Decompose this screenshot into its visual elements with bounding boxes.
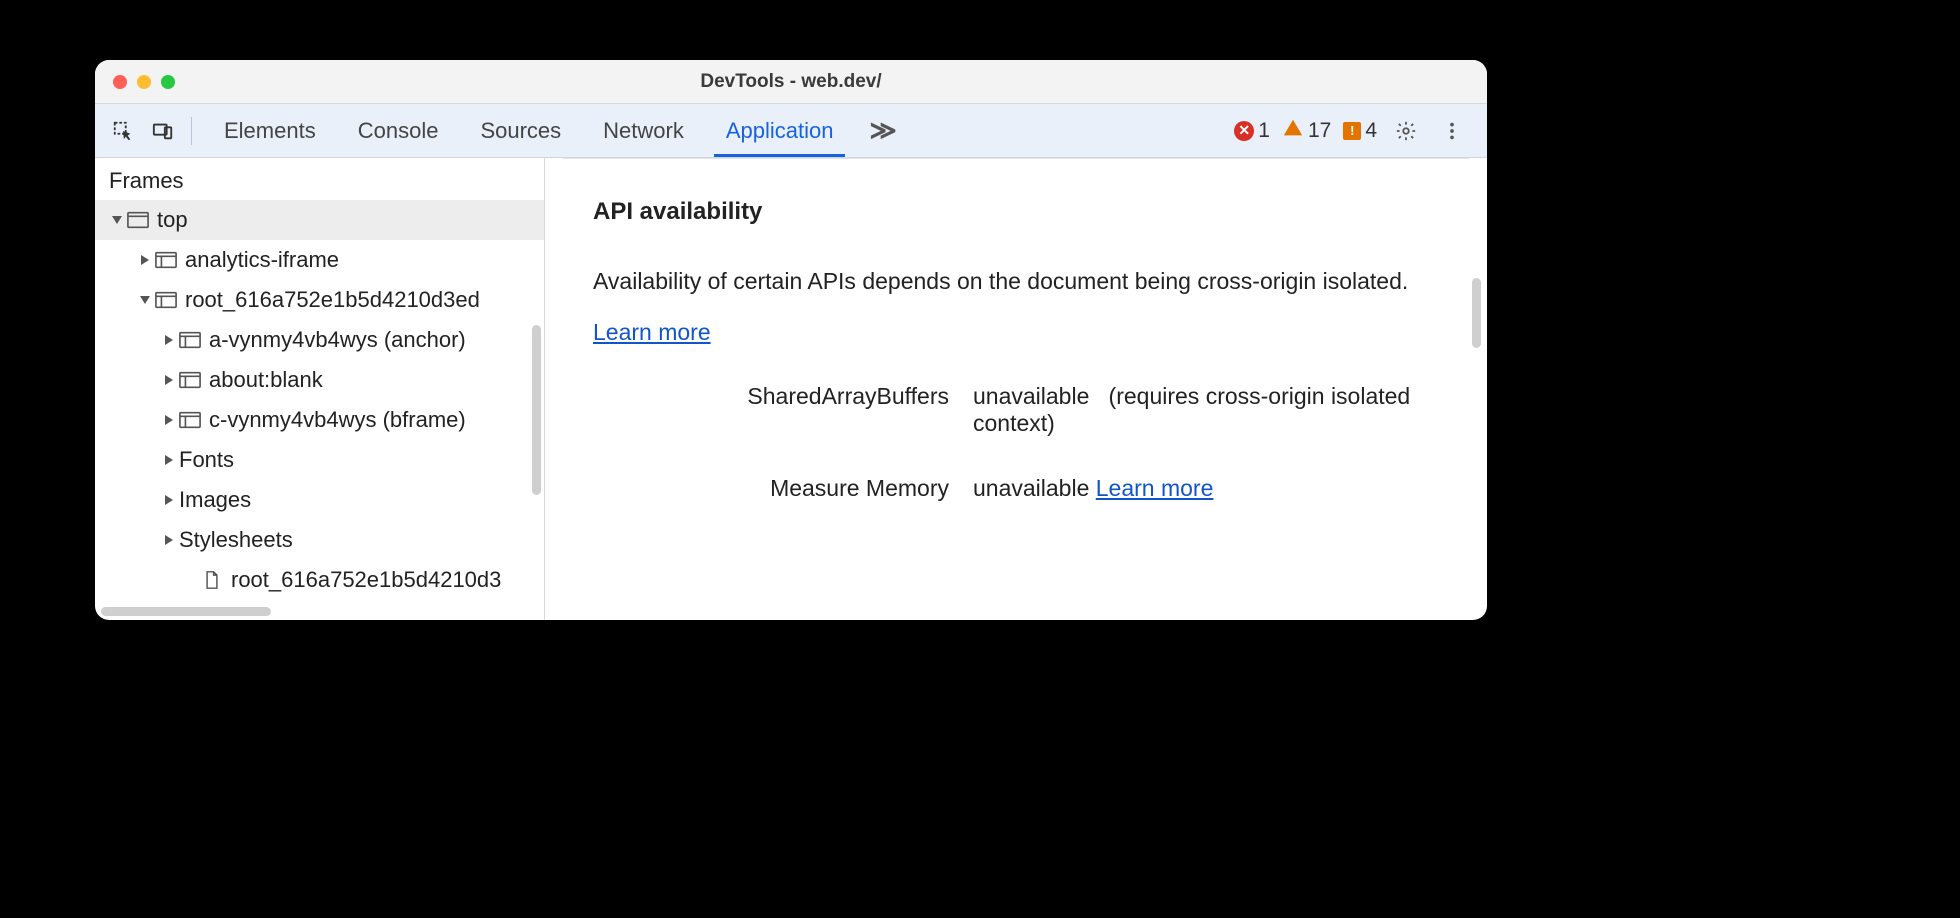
disclosure-triangle-icon[interactable] [141,255,149,265]
issues-count: 4 [1365,119,1377,143]
tree-row[interactable]: Fonts [95,440,544,480]
tree-row[interactable]: Images [95,480,544,520]
tree-row[interactable]: Stylesheets [95,520,544,560]
sidebar-vertical-scrollbar[interactable] [532,325,541,495]
tree-label: top [157,207,188,233]
tree-label: root_616a752e1b5d4210d3 [231,567,501,593]
window-icon [127,211,149,229]
titlebar: DevTools - web.dev/ [95,60,1487,104]
sidebar-heading: Frames [95,158,544,200]
tab-sources[interactable]: Sources [462,104,579,157]
tab-elements[interactable]: Elements [206,104,334,157]
section-description: Availability of certain APIs depends on … [593,256,1439,357]
sidebar-horizontal-scrollbar[interactable] [101,607,271,616]
tree-label: Fonts [179,447,234,473]
main-pane: API availability Availability of certain… [545,158,1487,620]
api-availability-table: SharedArrayBuffersunavailable (requires … [593,383,1439,502]
tree-label: a-vynmy4vb4wys (anchor) [209,327,466,353]
more-tabs-button[interactable]: ≫ [855,115,910,146]
kebab-menu-button[interactable] [1435,114,1469,148]
disclosure-triangle-icon[interactable] [112,216,122,224]
warnings-counter[interactable]: 17 [1282,117,1331,145]
disclosure-triangle-icon[interactable] [165,535,173,545]
api-status: unavailable [973,475,1089,501]
tree-label: analytics-iframe [185,247,339,273]
device-toolbar-icon[interactable] [145,113,181,149]
learn-more-link[interactable]: Learn more [1096,475,1214,501]
close-window-button[interactable] [113,75,127,89]
frame-icon [155,291,177,309]
learn-more-link[interactable]: Learn more [593,319,711,345]
disclosure-triangle-icon[interactable] [165,495,173,505]
tree-row[interactable]: about:blank [95,360,544,400]
issues-counter[interactable]: ! 4 [1343,119,1377,143]
api-value-cell: unavailable (requires cross-origin isola… [973,383,1439,437]
tree-row[interactable]: analytics-iframe [95,240,544,280]
main-vertical-scrollbar[interactable] [1472,278,1481,348]
disclosure-triangle-icon[interactable] [165,335,173,345]
section-heading: API availability [593,198,1439,226]
disclosure-triangle-icon[interactable] [165,455,173,465]
frame-icon [155,251,177,269]
api-status: unavailable [973,383,1089,409]
frames-tree[interactable]: top analytics-iframe root_616a752e1b5d4210… [95,200,544,620]
errors-count: 1 [1258,119,1270,143]
api-name: SharedArrayBuffers [593,383,973,437]
devtools-tabbar: Elements Console Sources Network Applica… [95,104,1487,158]
tree-row[interactable]: root_616a752e1b5d4210d3 [95,560,544,600]
tree-row[interactable]: a-vynmy4vb4wys (anchor) [95,320,544,360]
zoom-window-button[interactable] [161,75,175,89]
toolbar-right: ✕ 1 17 ! 4 [1234,114,1477,148]
tree-label: about:blank [209,367,323,393]
sidebar: Frames top analytics-iframe root_616a752e1… [95,158,545,620]
window-title: DevTools - web.dev/ [95,71,1487,93]
divider [563,158,1469,159]
disclosure-triangle-icon[interactable] [165,415,173,425]
disclosure-triangle-icon[interactable] [165,375,173,385]
tree-row[interactable]: top [95,200,544,240]
window-controls [113,75,175,89]
doc-icon [201,571,223,589]
frame-icon [179,331,201,349]
devtools-window: DevTools - web.dev/ Elements Console Sou… [95,60,1487,620]
tab-application[interactable]: Application [708,104,852,157]
tree-label: c-vynmy4vb4wys (bframe) [209,407,466,433]
minimize-window-button[interactable] [137,75,151,89]
tree-label: Stylesheets [179,527,293,553]
tab-console[interactable]: Console [340,104,457,157]
issue-icon: ! [1343,122,1361,140]
tree-label: Images [179,487,251,513]
separator [191,117,192,145]
inspect-element-icon[interactable] [105,113,141,149]
error-icon: ✕ [1234,121,1254,141]
tree-row[interactable]: c-vynmy4vb4wys (bframe) [95,400,544,440]
panel-tabs: Elements Console Sources Network Applica… [206,104,851,157]
settings-button[interactable] [1389,114,1423,148]
tab-network[interactable]: Network [585,104,702,157]
frame-icon [179,411,201,429]
disclosure-triangle-icon[interactable] [140,296,150,304]
api-name: Measure Memory [593,475,973,502]
panel-body: Frames top analytics-iframe root_616a752e1… [95,158,1487,620]
tree-label: root_616a752e1b5d4210d3ed [185,287,480,313]
warning-icon [1282,117,1304,145]
api-value-cell: unavailable Learn more [973,475,1439,502]
frame-icon [179,371,201,389]
errors-counter[interactable]: ✕ 1 [1234,119,1270,143]
desc-text: Availability of certain APIs depends on … [593,268,1408,294]
tree-row[interactable]: root_616a752e1b5d4210d3ed [95,280,544,320]
warnings-count: 17 [1308,119,1331,143]
